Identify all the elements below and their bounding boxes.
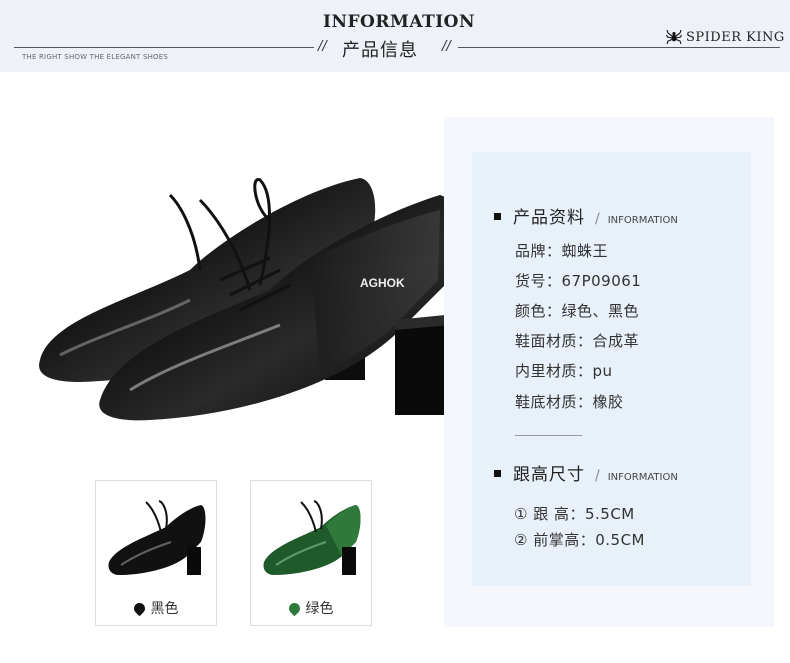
black-shoe-thumbnail: [108, 500, 206, 575]
black-drop-icon: [131, 600, 147, 616]
header-divider-right: [458, 47, 780, 48]
section-divider: [515, 435, 582, 436]
heel-height: ① 跟 高：5.5CM: [514, 505, 635, 523]
color-label-green: 绿色: [305, 601, 334, 617]
header-divider-left: [14, 47, 314, 48]
heel-size-title-en: INFORMATION: [607, 472, 678, 483]
header-title-zh: 产品信息: [342, 40, 418, 61]
bullet-square-icon: [494, 213, 501, 220]
spider-icon: [666, 29, 682, 45]
heel-size-heading: 跟高尺寸 / INFORMATION: [494, 460, 678, 485]
header-title-en: INFORMATION: [323, 12, 476, 32]
product-info-title-en: INFORMATION: [607, 215, 678, 226]
spec-sole-material: 鞋底材质：橡胶: [515, 393, 624, 411]
spec-upper-material: 鞋面材质：合成革: [515, 332, 640, 350]
green-shoe-thumbnail: [263, 500, 361, 575]
spec-colors: 颜色：绿色、黑色: [515, 302, 640, 320]
color-option-black[interactable]: 黑色: [95, 480, 217, 626]
bullet-square-icon: [494, 470, 501, 477]
header-slash-left: //: [318, 39, 327, 54]
shoe-print-text: AGHOK: [360, 276, 405, 290]
forefoot-height: ② 前掌高：0.5CM: [514, 531, 645, 549]
heading-slash: /: [595, 468, 600, 484]
heading-slash: /: [595, 211, 600, 227]
color-label-black: 黑色: [150, 601, 179, 617]
color-option-green[interactable]: 绿色: [250, 480, 372, 626]
header-tagline: THE RIGHT SHOW THE ELEGANT SHOES: [22, 53, 169, 61]
color-swatch-black: 黑色: [96, 598, 216, 618]
spec-brand: 品牌：蜘蛛王: [515, 242, 609, 260]
color-swatch-green: 绿色: [251, 598, 371, 618]
header-banner: INFORMATION // 产品信息 // THE RIGHT SHOW TH…: [0, 0, 790, 72]
spec-item-number: 货号：67P09061: [515, 272, 642, 290]
product-info-title: 产品资料: [513, 208, 585, 228]
header-slash-right: //: [442, 39, 451, 54]
product-info-heading: 产品资料 / INFORMATION: [494, 203, 678, 228]
brand-name: SPIDER KING: [686, 29, 785, 45]
main-product-image: AGHOK: [39, 178, 459, 421]
green-drop-icon: [286, 600, 302, 616]
brand-logo: SPIDER KING: [666, 29, 785, 45]
spec-lining-material: 内里材质：pu: [515, 362, 613, 380]
heel-size-title: 跟高尺寸: [513, 465, 585, 485]
